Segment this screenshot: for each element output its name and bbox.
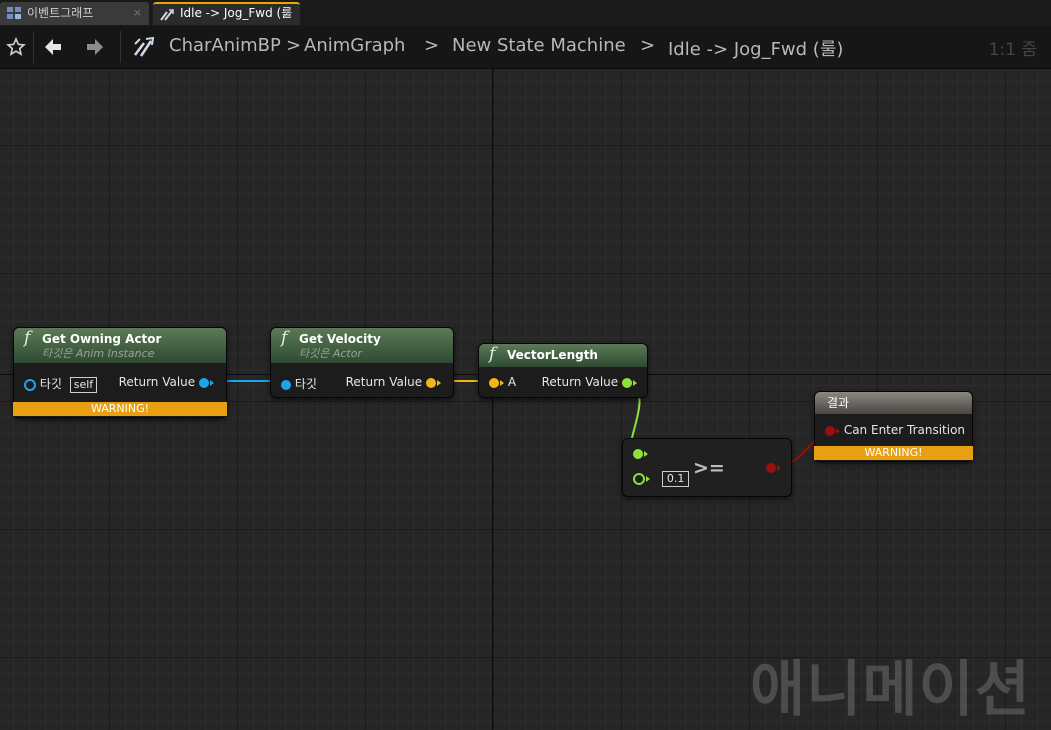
transition-icon (160, 9, 174, 21)
breadcrumb-item-state-machine[interactable]: New State Machine (452, 35, 626, 56)
function-icon: f (24, 328, 31, 348)
breadcrumb-separator: > (286, 35, 302, 56)
output-pin-return-value[interactable]: Return Value (346, 375, 441, 389)
bool-pin-icon (766, 462, 776, 473)
input-pin-b[interactable]: 0.1 (633, 471, 690, 487)
node-vector-length[interactable]: f VectorLength A Return Value (478, 343, 648, 398)
favorite-button[interactable] (1, 32, 31, 62)
star-icon (6, 37, 26, 56)
node-subtitle: 타깃은 Anim Instance (42, 347, 155, 360)
pin-label: 타깃 (39, 377, 62, 391)
separator (33, 31, 34, 63)
pin-label: Return Value (118, 375, 196, 389)
tab-label: 이벤트그래프 (27, 6, 94, 20)
transition-icon (133, 36, 155, 57)
graph-watermark: 애니메이션 (750, 655, 1031, 725)
pin-arrow-icon (210, 379, 214, 386)
node-title: Get Velocity (299, 332, 381, 346)
output-pin-return-value[interactable]: Return Value (542, 375, 637, 389)
graph-origin-axis (492, 69, 493, 730)
object-pin-icon (24, 378, 36, 391)
separator (120, 31, 121, 63)
tab-close-button[interactable]: × (133, 2, 142, 24)
float-pin-icon (622, 377, 632, 388)
node-title: Get Owning Actor (42, 332, 162, 346)
input-pin-target[interactable]: 타깃 self (24, 375, 98, 393)
breadcrumb-separator: > (424, 35, 440, 56)
pin-arrow-icon (500, 379, 504, 386)
warning-banner: WARNING! (814, 446, 973, 460)
bool-pin-icon (825, 425, 835, 436)
node-get-velocity[interactable]: f Get Velocity 타깃은 Actor 타깃 Return Value (270, 327, 454, 398)
node-subtitle: 타깃은 Actor (299, 347, 362, 360)
output-pin-bool[interactable] (766, 460, 781, 474)
pin-arrow-icon (437, 379, 441, 386)
breadcrumb-separator: > (640, 35, 656, 56)
node-greater-equal[interactable]: 0.1 >= (622, 438, 792, 497)
output-pin-return-value[interactable]: Return Value (119, 375, 214, 389)
tab-event-graph[interactable]: 이벤트그래프 × (0, 2, 149, 25)
input-pin-can-enter-transition[interactable]: Can Enter Transition (825, 423, 965, 437)
node-header: f VectorLength (479, 344, 647, 367)
object-pin-icon (281, 379, 291, 390)
operator-label: >= (693, 457, 725, 479)
node-header: f Get Velocity 타깃은 Actor (271, 328, 453, 363)
pin-label: A (507, 375, 517, 389)
back-button[interactable] (38, 32, 68, 62)
input-pin-a[interactable] (633, 446, 648, 460)
node-get-owning-actor[interactable]: f Get Owning Actor 타깃은 Anim Instance 타깃 … (13, 327, 227, 418)
node-header: f Get Owning Actor 타깃은 Anim Instance (14, 328, 226, 363)
b-value-field[interactable]: 0.1 (661, 471, 690, 487)
zoom-level: 1:1 줌 (988, 40, 1037, 60)
pin-arrow-icon (633, 379, 637, 386)
forward-arrow-icon (87, 39, 103, 55)
node-result[interactable]: 결과 Can Enter Transition WARNING! (814, 391, 973, 462)
object-pin-icon (199, 377, 209, 388)
default-value-self: self (69, 377, 98, 393)
tab-close-button[interactable]: × (284, 4, 293, 26)
tab-bar: 이벤트그래프 × Idle -> Jog_Fwd (룰 × (0, 0, 1051, 26)
pin-label: Return Value (541, 375, 619, 389)
pin-arrow-icon (836, 427, 840, 434)
input-pin-target[interactable]: 타깃 (281, 375, 317, 392)
node-title: 결과 (827, 396, 850, 410)
pin-arrow-icon (646, 475, 650, 482)
tab-transition-rule[interactable]: Idle -> Jog_Fwd (룰 × (153, 2, 300, 25)
float-pin-icon (633, 472, 645, 485)
breadcrumb-bar: CharAnimBP > AnimGraph > New State Machi… (0, 26, 1051, 69)
pin-arrow-icon (777, 464, 781, 471)
pin-arrow-icon (644, 450, 648, 457)
input-pin-a[interactable]: A (489, 375, 516, 389)
graph-type-icon-button (129, 32, 159, 62)
function-icon: f (281, 328, 288, 348)
breadcrumb-item-animgraph[interactable]: AnimGraph (304, 35, 405, 56)
pin-label: 타깃 (294, 377, 317, 391)
breadcrumb-item-transition[interactable]: Idle -> Jog_Fwd (룰) (668, 35, 843, 61)
vector-pin-icon (489, 377, 499, 388)
breadcrumb-item-charanimbp[interactable]: CharAnimBP (169, 35, 281, 56)
node-title: VectorLength (507, 348, 598, 362)
pin-label: Return Value (345, 375, 423, 389)
node-header: 결과 (815, 392, 972, 414)
back-arrow-icon (45, 39, 61, 55)
tab-label: Idle -> Jog_Fwd (룰 (180, 6, 292, 20)
warning-banner: WARNING! (13, 402, 227, 416)
pin-label: Can Enter Transition (843, 423, 966, 437)
vector-pin-icon (426, 377, 436, 388)
float-pin-icon (633, 448, 643, 459)
forward-button[interactable] (80, 32, 110, 62)
function-icon: f (489, 344, 496, 364)
graph-icon (7, 7, 21, 19)
